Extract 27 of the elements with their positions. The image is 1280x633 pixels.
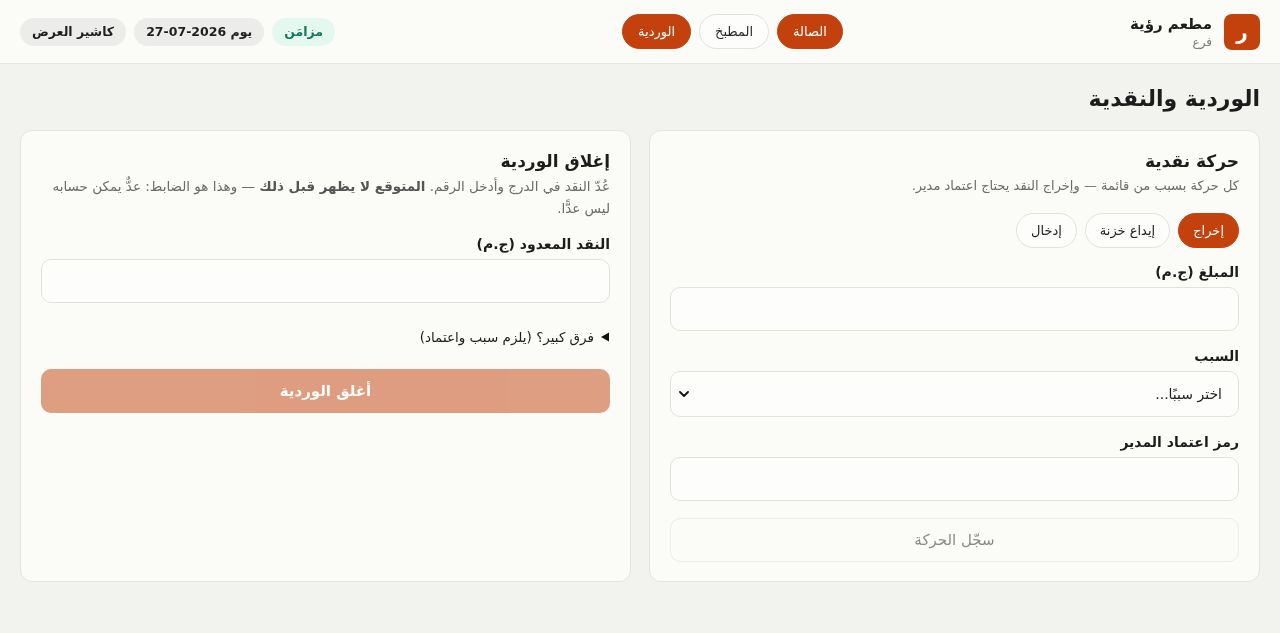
card-title: حركة نقدية — [1143, 150, 1239, 172]
chevron-down-icon — [679, 391, 689, 397]
movement-type-toggle[interactable]: إيداع خزنة — [1084, 213, 1171, 248]
card-description: كل حركة بسبب من قائمة — وإخراج النقد يحتاج اعتماد مدير. — [910, 177, 1239, 196]
input-field[interactable] — [670, 457, 1239, 501]
branch-label: فرع — [1191, 33, 1212, 50]
field-label: النقد المعدود (ج.م) — [476, 235, 610, 253]
input-field[interactable] — [670, 287, 1239, 331]
field-label: رمز اعتماد المدير — [1120, 433, 1239, 451]
restaurant-name: مطعم رؤية — [1129, 13, 1212, 34]
card-title: إغلاق الوردية — [499, 150, 610, 172]
nav-tab[interactable]: المطبخ — [699, 14, 770, 49]
nav-tab[interactable]: الصالة — [777, 14, 843, 49]
movement-type-toggle[interactable]: إخراج — [1178, 213, 1239, 248]
nav-tab[interactable]: الوردية — [622, 14, 692, 49]
card-description: عُدّ النقد في الدرج وأدخل الرقم. المتوقع لا يظهر قبل ذلك — وهذا هو الضابط: عدٌّ يمكن حسابه ليس عدًّا. — [51, 175, 610, 219]
info-chip: يوم 2026-07-27 — [134, 17, 265, 46]
field-label: السبب — [1194, 347, 1239, 365]
movement-type-toggle[interactable]: إدخال — [1015, 213, 1077, 248]
field-label: المبلغ (ج.م) — [1155, 263, 1239, 281]
select-field[interactable]: اختر سببًا... — [670, 371, 1239, 417]
difference-toggle[interactable]: فرق كبير؟ (يلزم سبب واعتماد) — [419, 327, 610, 347]
sync-status-chip: مزامَن — [272, 17, 335, 46]
brand-logo: ر — [1224, 13, 1260, 50]
page-title: الوردية والنقدية — [1087, 85, 1260, 114]
input-field[interactable] — [41, 259, 610, 303]
info-chip: كاشير العرض — [20, 17, 127, 46]
